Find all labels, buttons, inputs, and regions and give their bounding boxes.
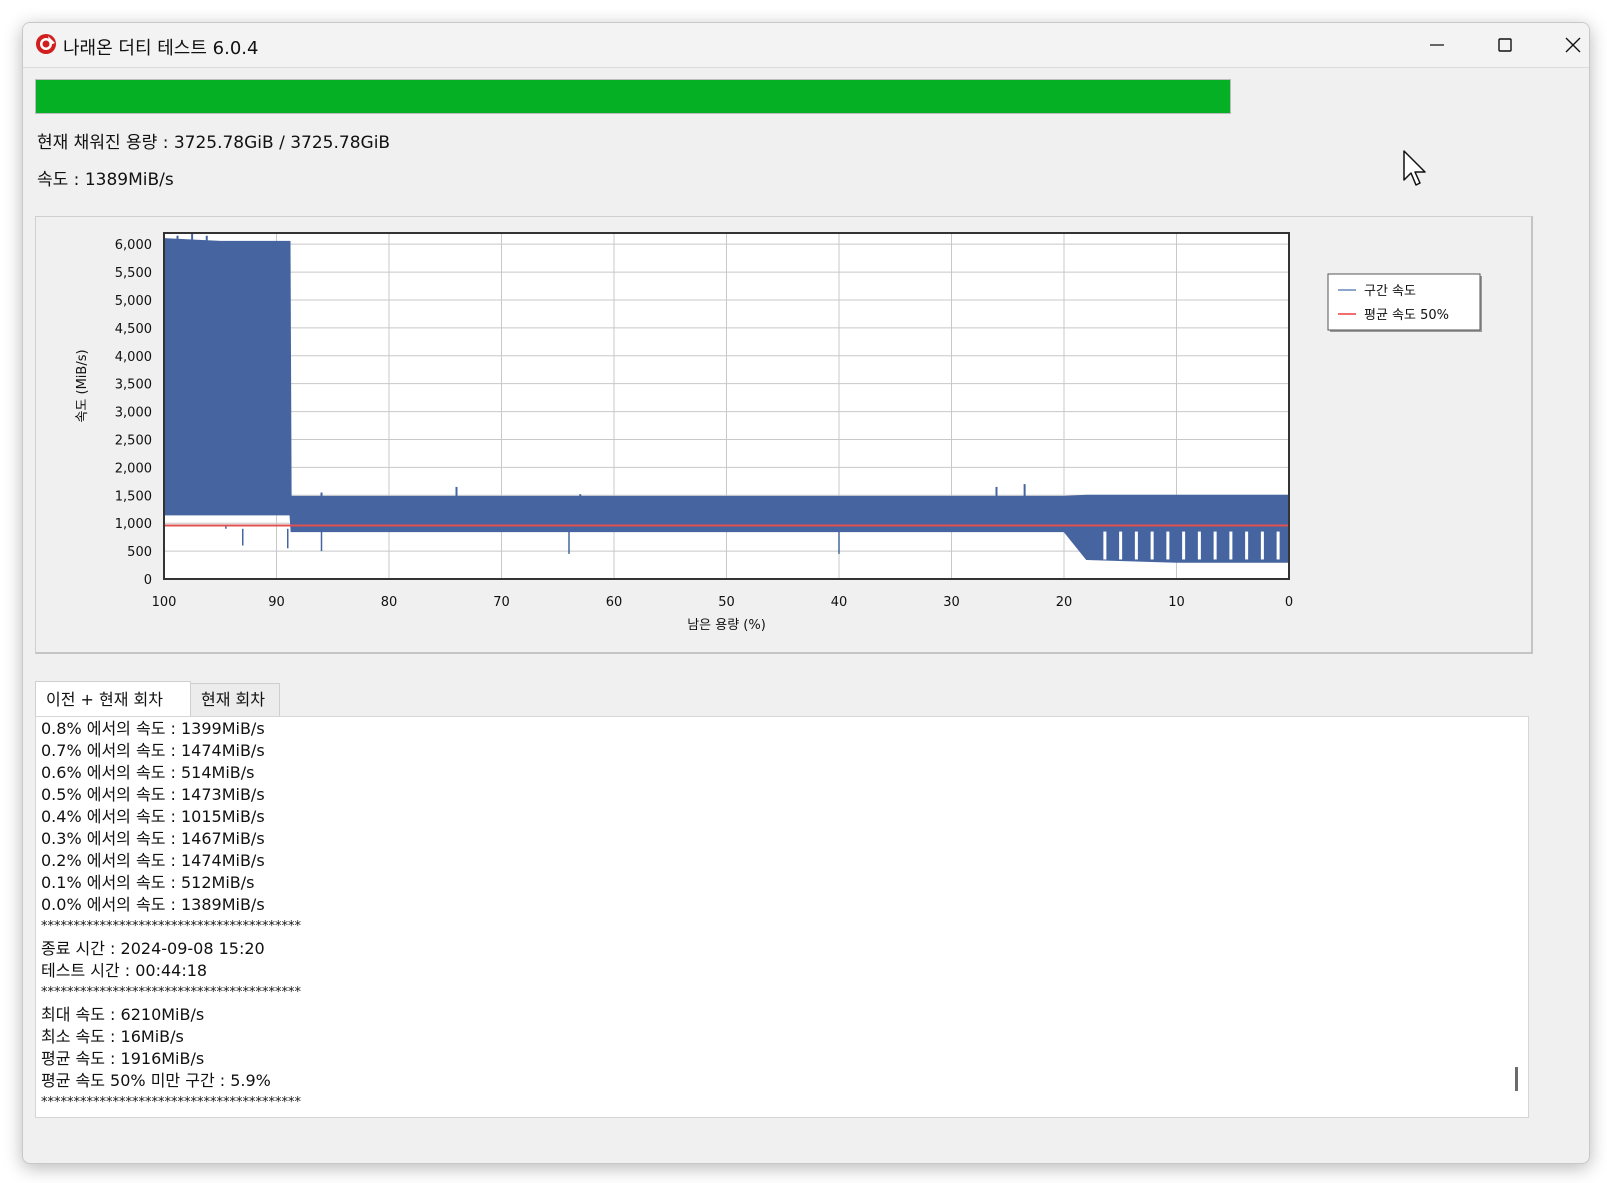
y-axis-label: 속도 (MiB/s): [75, 349, 90, 422]
y-tick-label: 3,500: [115, 378, 152, 393]
current-speed-text: 속도 : 1389MiB/s: [37, 170, 174, 190]
series-gap: [1260, 531, 1264, 560]
x-tick-label: 0: [1285, 595, 1293, 610]
log-line: 최소 속도 : 16MiB/s: [41, 1027, 184, 1046]
log-line: 0.4% 에서의 속도 : 1015MiB/s: [41, 807, 265, 826]
series-gap: [1134, 531, 1138, 560]
log-line: 0.6% 에서의 속도 : 514MiB/s: [41, 763, 255, 782]
close-icon: [1565, 37, 1581, 53]
x-tick-label: 50: [718, 595, 735, 610]
x-tick-label: 80: [381, 595, 398, 610]
app-logo-icon: [36, 34, 56, 54]
x-tick-label: 90: [268, 595, 285, 610]
legend-label: 구간 속도: [1364, 284, 1416, 299]
close-button[interactable]: [1539, 23, 1589, 67]
x-tick-label: 30: [943, 595, 960, 610]
log-line: 0.1% 에서의 속도 : 512MiB/s: [41, 873, 255, 892]
y-tick-label: 1,000: [115, 517, 152, 532]
log-line: 0.0% 에서의 속도 : 1389MiB/s: [41, 895, 265, 914]
log-line: 종료 시간 : 2024-09-08 15:20: [41, 939, 265, 958]
app-window: 나래온 더티 테스트 6.0.4 현재 채워진 용량 : 3725.78GiB …: [22, 22, 1590, 1164]
series-gap: [1119, 531, 1123, 560]
x-tick-label: 10: [1168, 595, 1185, 610]
filled-capacity-text: 현재 채워진 용량 : 3725.78GiB / 3725.78GiB: [37, 133, 391, 153]
progress-fill: [36, 80, 1230, 113]
log-line: ****************************************: [41, 985, 301, 1000]
minimize-icon: [1430, 44, 1444, 46]
speed-chart: 05001,0001,5002,0002,5003,0003,5004,0004…: [75, 232, 1482, 633]
y-tick-label: 3,000: [115, 406, 152, 421]
log-line: ****************************************: [41, 1095, 301, 1110]
log-line: 최대 속도 : 6210MiB/s: [41, 1005, 205, 1024]
x-tick-label: 100: [152, 595, 177, 610]
series-gap: [1276, 531, 1280, 560]
y-tick-label: 5,000: [115, 294, 152, 309]
series-gap: [1150, 531, 1154, 560]
y-tick-label: 2,000: [115, 461, 152, 476]
log-scrollbar[interactable]: [1515, 1067, 1518, 1091]
x-axis-label: 남은 용량 (%): [687, 618, 766, 633]
tab-current[interactable]: 현재 회차: [190, 683, 280, 716]
x-tick-label: 70: [493, 595, 510, 610]
maximize-button[interactable]: [1471, 23, 1539, 67]
x-tick-label: 60: [606, 595, 623, 610]
y-tick-label: 500: [127, 545, 152, 560]
y-tick-label: 4,000: [115, 350, 152, 365]
log-line: 평균 속도 : 1916MiB/s: [41, 1049, 205, 1068]
fill-progress-bar: [35, 79, 1231, 114]
y-tick-label: 1,500: [115, 489, 152, 504]
log-line: ****************************************: [41, 919, 301, 934]
series-gap: [1103, 531, 1107, 560]
log-line: 테스트 시간 : 00:44:18: [41, 961, 208, 980]
log-line: 0.7% 에서의 속도 : 1474MiB/s: [41, 741, 265, 760]
y-tick-label: 6,000: [115, 238, 152, 253]
series-gap: [1245, 531, 1249, 560]
y-tick-label: 5,500: [115, 266, 152, 281]
series-gap: [1182, 531, 1186, 560]
series-gap: [1166, 531, 1170, 560]
log-line: 0.5% 에서의 속도 : 1473MiB/s: [41, 785, 265, 804]
tab-previous-and-current[interactable]: 이전 + 현재 회차: [35, 681, 191, 716]
series-gap: [1229, 531, 1233, 560]
series-gap: [1213, 531, 1217, 560]
series-gap: [1197, 531, 1201, 560]
maximize-icon: [1498, 38, 1512, 52]
x-tick-label: 40: [831, 595, 848, 610]
log-line: 평균 속도 50% 미만 구간 : 5.9%: [41, 1071, 271, 1090]
title-bar[interactable]: 나래온 더티 테스트 6.0.4: [23, 23, 1589, 68]
legend-label: 평균 속도 50%: [1364, 308, 1449, 323]
mouse-cursor-icon: [1403, 150, 1426, 186]
y-tick-label: 4,500: [115, 322, 152, 337]
log-line: 0.3% 에서의 속도 : 1467MiB/s: [41, 829, 265, 848]
log-lines: 0.8% 에서의 속도 : 1399MiB/s 0.7% 에서의 속도 : 147…: [41, 718, 301, 1114]
y-tick-label: 0: [144, 573, 152, 588]
log-line: 0.2% 에서의 속도 : 1474MiB/s: [41, 851, 265, 870]
x-tick-label: 20: [1056, 595, 1073, 610]
window-title: 나래온 더티 테스트 6.0.4: [63, 38, 259, 59]
y-tick-label: 2,500: [115, 433, 152, 448]
speed-chart-panel: 0 500 1,000 1,500 2,000 2,500 3,000 3,500 4,000 4…: [35, 216, 1533, 654]
log-line: 0.8% 에서의 속도 : 1399MiB/s: [41, 719, 265, 738]
minimize-button[interactable]: [1403, 23, 1471, 67]
result-log[interactable]: 0.8% 에서의 속도 : 1399MiB/s 0.7% 에서의 속도 : 147…: [35, 716, 1529, 1118]
